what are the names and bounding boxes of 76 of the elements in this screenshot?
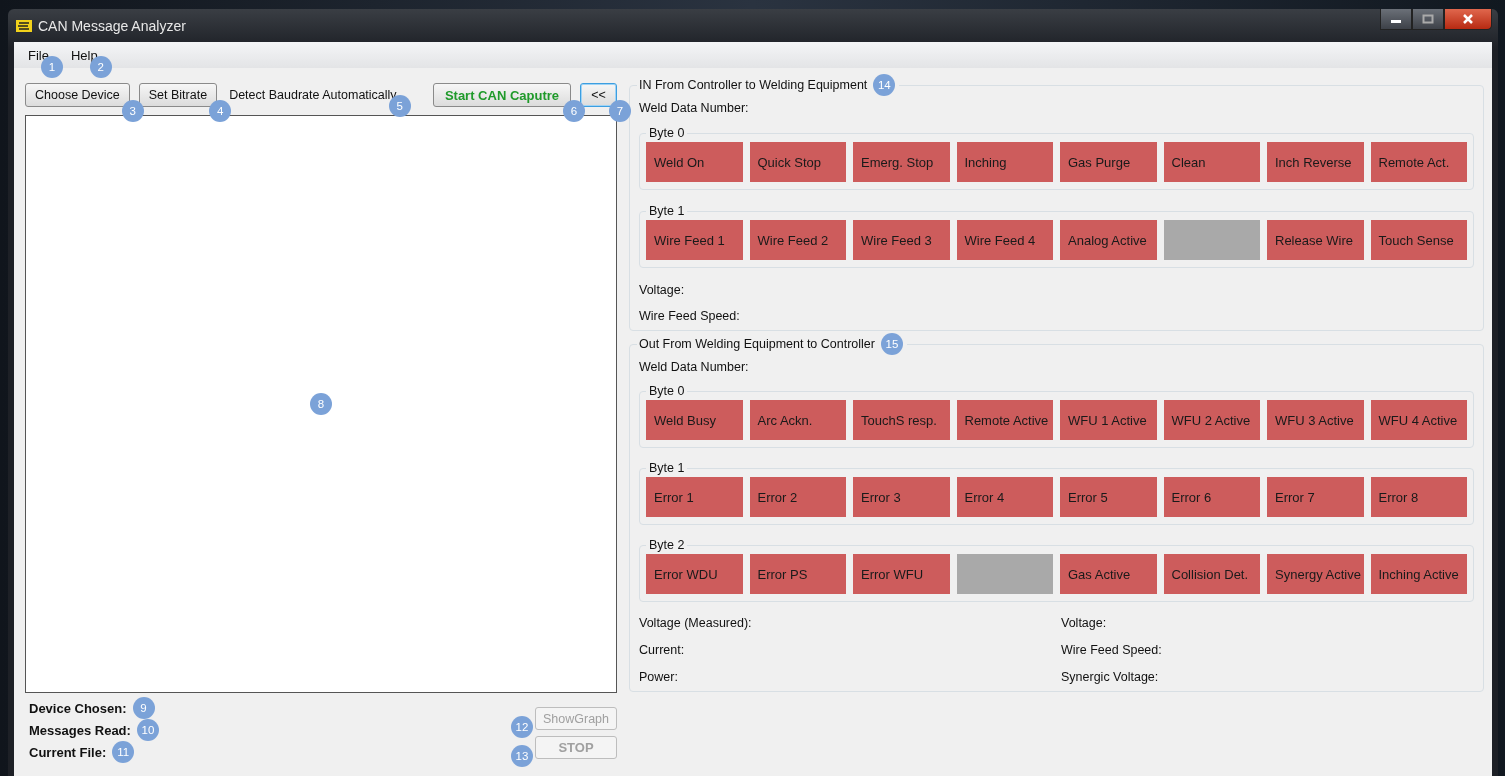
callout-badge: 15 [881,333,903,355]
group-title: Out From Welding Equipment to Controller [639,337,875,351]
byte-title: Byte 0 [649,126,685,140]
close-icon [1462,14,1474,24]
collapse-button[interactable]: << [580,83,617,107]
bit-indicator: Remote Active [956,400,1053,440]
field-label: Voltage: [1061,615,1108,631]
bit-indicator: Error WFU [853,554,950,594]
byte-title: Byte 1 [649,461,685,475]
bit-indicator: Error 4 [956,477,1053,517]
close-button[interactable] [1444,9,1492,30]
set-bitrate-button[interactable]: Set Bitrate [138,83,218,107]
field-label: Weld Data Number: [639,359,750,375]
bit-indicator: Error PS [749,554,846,594]
bit-indicator: Wire Feed 2 [749,220,846,260]
bit-indicator: Error WDU [646,554,743,594]
callout-badge: 10 [136,719,159,741]
bit-indicator: Inch Reverse [1267,142,1364,182]
byte-title: Byte 2 [649,538,685,552]
field-label: Weld Data Number: [639,100,750,116]
bit-indicator: Error 3 [853,477,950,517]
maximize-icon [1422,14,1434,24]
bit-indicator: Emerg. Stop [853,142,950,182]
status-label: Device Chosen: [29,699,127,718]
bit-indicator: Error 7 [1267,477,1364,517]
bit-indicator: Analog Active [1060,220,1157,260]
window-title: CAN Message Analyzer [38,17,186,34]
bit-indicator: Error 1 [646,477,743,517]
bit-indicator: WFU 4 Active [1370,400,1467,440]
bit-indicator: Error 6 [1163,477,1260,517]
bit-indicator: Gas Active [1060,554,1157,594]
byte-title: Byte 1 [649,204,685,218]
bit-indicator: Synergy Active [1267,554,1364,594]
bit-indicator: Touch Sense [1370,220,1467,260]
field-label: Wire Feed Speed: [639,308,741,324]
byte-title: Byte 0 [649,384,685,398]
bit-indicator: Wire Feed 4 [956,220,1053,260]
bit-indicator: TouchS resp. [853,400,950,440]
field-label: Synergic Voltage: [1061,669,1160,685]
bit-indicator: WFU 1 Active [1060,400,1157,440]
callout-badge: 9 [132,697,155,719]
bit-indicator: Quick Stop [749,142,846,182]
minimize-button[interactable] [1380,9,1412,30]
bit-indicator: Wire Feed 1 [646,220,743,260]
bit-indicator: Weld On [646,142,743,182]
bit-indicator: WFU 2 Active [1163,400,1260,440]
bit-indicator: Collision Det. [1163,554,1260,594]
app-logo-icon [16,19,32,32]
field-label: Current: [639,642,686,658]
field-label: Voltage: [639,282,686,298]
bit-indicator: Inching [956,142,1053,182]
callout-badge: 12 [511,716,533,738]
field-label: Power: [639,669,679,685]
field-label: Wire Feed Speed: [1061,642,1163,658]
callout-badge: 14 [873,74,896,96]
bit-indicator: Arc Ackn. [749,400,846,440]
baudrate-label: Detect Baudrate Automatically [229,88,397,102]
bit-indicator: Release Wire [1267,220,1364,260]
bit-indicator: Gas Purge [1060,142,1157,182]
bit-indicator: Remote Act. [1370,142,1467,182]
bit-indicator: Error 5 [1060,477,1157,517]
callout-badge: 11 [112,741,135,763]
bit-indicator: Inching Active [1370,554,1467,594]
group-title: IN From Controller to Welding Equipment [639,78,868,92]
bit-indicator: Clean [1163,142,1260,182]
bit-indicator: Wire Feed 3 [853,220,950,260]
callout-badge: 13 [511,745,533,767]
maximize-button[interactable] [1412,9,1444,30]
bit-indicator: Error 2 [749,477,846,517]
field-label: Voltage (Measured): [639,615,753,631]
bit-indicator: Error 8 [1370,477,1467,517]
status-label: Messages Read: [29,721,131,740]
bit-indicator: WFU 3 Active [1267,400,1364,440]
choose-device-button[interactable]: Choose Device [25,83,130,107]
bit-indicator: Weld Busy [646,400,743,440]
status-label: Current File: [29,743,107,762]
